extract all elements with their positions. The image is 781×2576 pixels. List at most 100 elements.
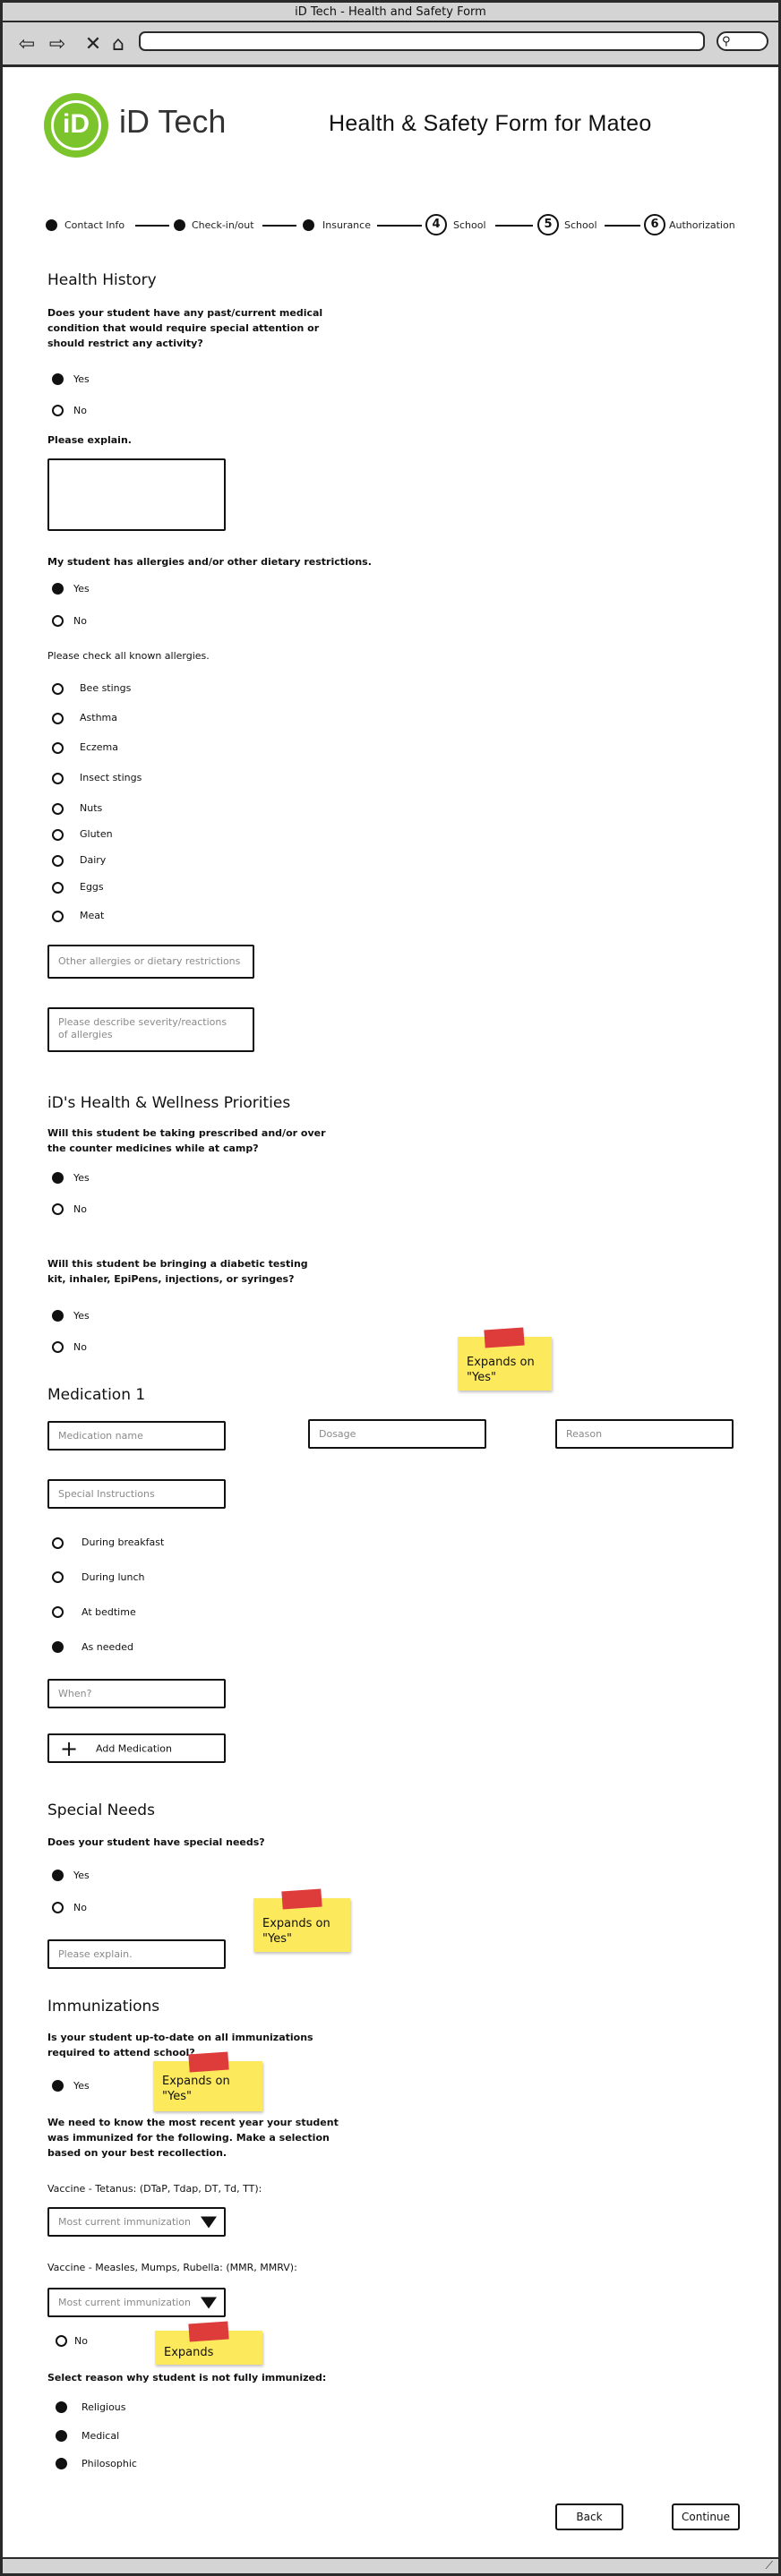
sticky-note-text: Expands [164,2346,214,2359]
step-check-in-out[interactable]: Check-in/out [192,219,254,231]
medicines-no-label: No [73,1203,87,1215]
special-needs-explain-input[interactable]: Please explain. [47,1939,226,1969]
allergy-option-radio[interactable] [52,683,64,695]
allergies-yes-radio[interactable] [52,583,64,595]
other-allergies-input[interactable]: Other allergies or dietary restrictions [47,945,254,979]
dosage-input[interactable]: Dosage [308,1419,486,1449]
timing-option-radio[interactable] [52,1606,64,1618]
tetanus-label: Vaccine - Tetanus: (DTaP, Tdap, DT, Td, … [47,2183,262,2195]
diabetic-no-radio[interactable] [52,1341,64,1353]
allergy-option-radio[interactable] [52,882,64,894]
step-connector [135,225,169,227]
allergy-option-label: Eczema [80,741,118,753]
browser-window: iD Tech - Health and Safety Form ⇦ ⇨ ✕ ⌂… [0,0,781,2576]
timing-option-label: As needed [82,1641,133,1653]
step-connector [605,225,640,227]
immunizations-yes-radio[interactable] [52,2080,64,2092]
step-contact-info[interactable]: Contact Info [64,219,124,231]
special-needs-no-label: No [73,1902,87,1913]
when-input[interactable]: When? [47,1679,226,1708]
special-needs-no-radio[interactable] [52,1902,64,1913]
sticky-note: Expands on "Yes" [458,1327,552,1391]
condition-question: Does your student have any past/current … [47,307,323,349]
tape-decoration [281,1888,322,1910]
step-done-icon [303,219,314,231]
diabetic-yes-radio[interactable] [52,1310,64,1322]
resize-handle-icon[interactable]: ⟋ [766,2559,773,2572]
step-history[interactable]: School [453,219,486,231]
allergy-option-label: Dairy [80,854,107,866]
add-medication-button[interactable]: + Add Medication [47,1733,226,1763]
reason-label: Medical [82,2430,120,2442]
step-connector [495,225,533,227]
diabetic-question: Will this student be bringing a diabetic… [47,1258,308,1285]
special-instructions-placeholder: Special Instructions [58,1487,155,1500]
logo-mark: iD [51,100,101,150]
measles-select-placeholder: Most current immunization [58,2296,192,2308]
timing-option-label: During lunch [82,1571,145,1583]
step-done-icon [46,219,57,231]
close-icon[interactable]: ✕ [82,35,105,56]
tetanus-select[interactable]: Most current immunization [47,2207,226,2237]
forward-arrow-icon[interactable]: ⇨ [46,35,69,56]
allergy-severity-textarea[interactable]: Please describe severity/reactions of al… [47,1007,254,1052]
page-title: Health & Safety Form for Mateo [329,111,652,136]
step-number-5: 5 [537,214,559,235]
section-title-health-history: Health History [47,271,157,289]
special-needs-yes-radio[interactable] [52,1870,64,1881]
step-authorization[interactable]: Authorization [669,219,735,231]
reason-input[interactable]: Reason [555,1419,734,1449]
allergy-option-radio[interactable] [52,911,64,922]
condition-no-radio[interactable] [52,405,64,416]
medication-name-input[interactable]: Medication name [47,1421,226,1451]
allergies-no-label: No [73,615,87,627]
back-arrow-icon[interactable]: ⇦ [15,35,39,56]
allergy-option-radio[interactable] [52,855,64,867]
measles-select[interactable]: Most current immunization [47,2288,226,2317]
allergy-option-radio[interactable] [52,803,64,815]
timing-option-radio[interactable] [52,1537,64,1549]
allergy-option-label: Meat [80,910,105,921]
special-instructions-input[interactable]: Special Instructions [47,1479,226,1509]
continue-button[interactable]: Continue [672,2503,740,2530]
special-needs-yes-label: Yes [73,1870,90,1881]
step-number-6: 6 [644,214,665,235]
diabetic-yes-label: Yes [73,1310,90,1322]
timing-option-radio[interactable] [52,1571,64,1583]
home-icon[interactable]: ⌂ [107,35,130,56]
immunizations-no-radio[interactable] [56,2335,67,2347]
window-title: iD Tech - Health and Safety Form [3,3,778,22]
sticky-note-text: Expands on "Yes" [262,1917,330,1946]
allergies-no-radio[interactable] [52,615,64,627]
step-school[interactable]: School [564,219,597,231]
tape-decoration [188,2051,229,2073]
condition-no-label: No [73,405,87,416]
allergy-option-radio[interactable] [52,773,64,784]
condition-explain-textarea[interactable] [47,458,226,531]
url-input[interactable] [139,31,705,51]
status-bar: ⟋ [3,2557,778,2573]
reason-radio[interactable] [56,2458,67,2469]
section-title-wellness: iD's Health & Wellness Priorities [47,1094,291,1112]
reason-radio[interactable] [56,2430,67,2442]
timing-option-radio[interactable] [52,1641,64,1653]
condition-yes-radio[interactable] [52,373,64,385]
browser-search-input[interactable]: ⚲ [717,31,768,51]
logo: iD [44,93,108,158]
timing-option-label: During breakfast [82,1536,165,1548]
allergy-option-radio[interactable] [52,829,64,841]
allergy-option-radio[interactable] [52,742,64,754]
medicines-yes-radio[interactable] [52,1172,64,1184]
reason-radio[interactable] [56,2401,67,2413]
allergies-yes-label: Yes [73,583,90,595]
allergy-severity-placeholder: Please describe severity/reactions of al… [58,1016,227,1040]
back-button[interactable]: Back [555,2503,623,2530]
medicines-question: Will this student be taking prescribed a… [47,1127,326,1154]
medicines-no-radio[interactable] [52,1203,64,1215]
dosage-placeholder: Dosage [319,1427,356,1440]
step-insurance[interactable]: Insurance [322,219,371,231]
allergy-option-radio[interactable] [52,713,64,724]
special-needs-explain-placeholder: Please explain. [58,1947,133,1960]
other-allergies-placeholder: Other allergies or dietary restrictions [58,955,241,967]
section-title-immunizations: Immunizations [47,1998,160,2015]
